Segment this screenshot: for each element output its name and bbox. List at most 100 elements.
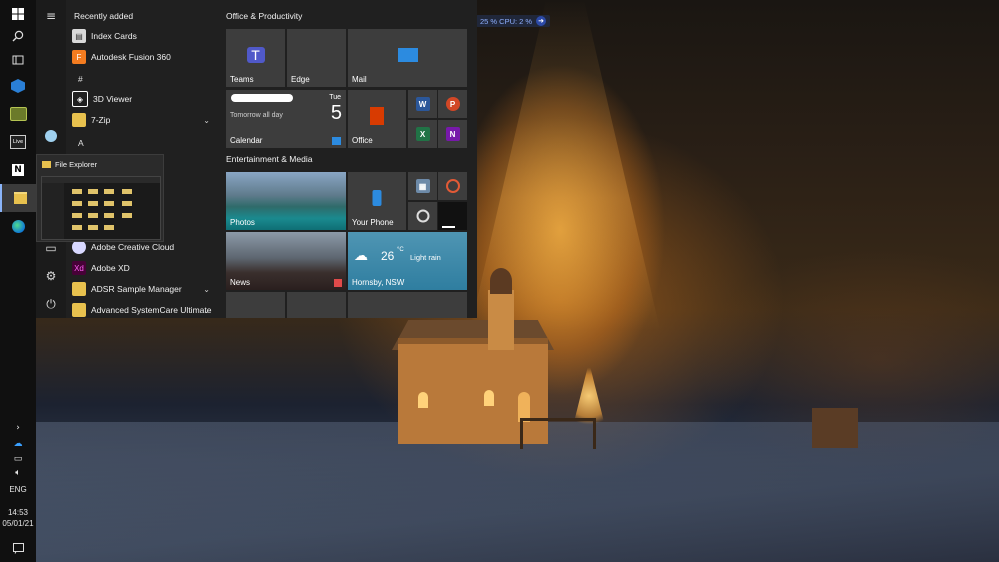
- hamburger-icon: ≡: [45, 9, 57, 23]
- tile-mail[interactable]: Mail: [348, 29, 467, 87]
- taskbar-app-file-explorer[interactable]: [0, 184, 38, 212]
- tile-label: Teams: [230, 75, 254, 84]
- chapel-tower-top: [490, 268, 512, 294]
- taskbar-app-notion[interactable]: N: [0, 156, 36, 184]
- video-icon: ▭: [45, 241, 57, 255]
- teams-icon: T: [246, 46, 265, 63]
- app-7zip-folder[interactable]: 7-Zip ⌄: [72, 110, 214, 130]
- language-indicator[interactable]: ENG: [0, 485, 36, 494]
- taskbar-app-security[interactable]: [0, 72, 36, 100]
- app-autodesk-fusion[interactable]: F Autodesk Fusion 360: [72, 47, 214, 67]
- fence: [520, 418, 596, 449]
- weather-temp: 26: [381, 249, 395, 263]
- letter-header-hash[interactable]: #: [78, 74, 83, 84]
- network-icon: ▭: [13, 454, 23, 464]
- recently-added-header: Recently added: [74, 11, 134, 21]
- tile-partial-1[interactable]: [226, 292, 285, 318]
- account-button[interactable]: [36, 124, 66, 148]
- app-label: 3D Viewer: [93, 94, 133, 104]
- app-adobe-xd[interactable]: Xd Adobe XD: [72, 258, 214, 278]
- taskbar-app-gpu[interactable]: [0, 100, 36, 128]
- speaker-icon: 🔈︎: [15, 468, 21, 478]
- tile-office[interactable]: Office: [348, 90, 406, 148]
- calendar-icon: [332, 137, 341, 145]
- app-index-cards[interactable]: ▤ Index Cards: [72, 26, 214, 46]
- adobe-xd-icon: Xd: [72, 261, 86, 275]
- preview-title: File Explorer: [55, 160, 98, 169]
- tile-onenote[interactable]: N: [438, 120, 467, 148]
- news-badge-icon: [334, 279, 342, 287]
- chapel-window: [418, 392, 428, 408]
- task-view-button[interactable]: [0, 46, 36, 74]
- thumb-folder: [88, 225, 98, 230]
- taskbar-app-live[interactable]: Live: [0, 128, 36, 156]
- tile-label: Edge: [291, 75, 310, 84]
- expand-menu-button[interactable]: ≡: [36, 4, 66, 28]
- hexagon-app-icon: [11, 79, 25, 93]
- tile-excel[interactable]: X: [408, 120, 437, 148]
- chapel-tower: [488, 290, 514, 350]
- gear-icon: ⚙: [45, 269, 57, 283]
- thumb-folder: [104, 189, 114, 194]
- thumb-folder: [88, 213, 98, 218]
- tile-alarms[interactable]: [408, 202, 437, 230]
- tile-edge[interactable]: Edge: [287, 29, 346, 87]
- tile-teams[interactable]: T Teams: [226, 29, 285, 87]
- clock-date[interactable]: 05/01/21: [0, 519, 36, 528]
- thumb-folder: [88, 189, 98, 194]
- windows-logo-icon: [12, 8, 24, 20]
- letter-header-a[interactable]: A: [78, 138, 84, 148]
- app-advanced-systemcare-folder[interactable]: Advanced SystemCare Ultimate ⌄: [72, 300, 214, 320]
- file-explorer-icon: [13, 192, 27, 204]
- powerpoint-icon: P: [445, 97, 460, 111]
- notification-icon: [12, 542, 24, 554]
- app-adsr-folder[interactable]: ADSR Sample Manager ⌄: [72, 279, 214, 299]
- settings-button[interactable]: ⚙: [36, 264, 66, 288]
- group-title-productivity[interactable]: Office & Productivity: [226, 11, 302, 21]
- weather-condition: Light rain: [410, 253, 441, 262]
- group-title-entertainment[interactable]: Entertainment & Media: [226, 154, 312, 164]
- ableton-live-icon: Live: [10, 135, 26, 149]
- tray-onedrive[interactable]: ☁: [0, 436, 36, 452]
- action-center-button[interactable]: [0, 534, 36, 562]
- folder-icon: [72, 113, 86, 127]
- calendar-date: 5: [330, 102, 342, 124]
- tile-groove[interactable]: [438, 172, 467, 200]
- chevron-right-icon: ›: [16, 423, 20, 433]
- tile-photos[interactable]: Photos: [226, 172, 346, 230]
- chapel-window: [484, 390, 494, 406]
- power-button[interactable]: ⏻: [36, 292, 66, 316]
- tile-news[interactable]: News: [226, 232, 346, 290]
- fusion360-icon: F: [72, 50, 86, 64]
- task-view-icon: [12, 55, 24, 65]
- taskbar-app-edge[interactable]: [0, 212, 36, 240]
- word-icon: W: [415, 97, 430, 111]
- app-label: Adobe XD: [91, 263, 130, 273]
- tile-area: Office & Productivity T Teams Edge Mail …: [216, 0, 477, 318]
- thumb-folder: [88, 201, 98, 206]
- tile-dark-app[interactable]: [438, 202, 467, 230]
- tile-label: Calendar: [230, 136, 263, 145]
- show-hidden-icons-button[interactable]: ›: [0, 418, 36, 438]
- 3d-viewer-icon: ◈: [72, 91, 88, 107]
- thumb-folder: [122, 213, 132, 218]
- clock-time[interactable]: 14:53: [0, 508, 36, 517]
- app-label: Index Cards: [91, 31, 137, 41]
- tile-your-phone[interactable]: Your Phone: [348, 172, 406, 230]
- clock-icon: [416, 209, 429, 223]
- taskbar-thumbnail-preview[interactable]: File Explorer: [36, 154, 164, 242]
- performance-overlay[interactable]: 25 % CPU: 2 % ➜: [476, 15, 551, 27]
- tile-powerpoint[interactable]: P: [438, 90, 467, 118]
- app-3d-viewer[interactable]: ◈ 3D Viewer: [72, 89, 214, 109]
- tray-volume[interactable]: 🔈︎: [0, 465, 36, 481]
- arrow-right-icon[interactable]: ➜: [536, 16, 547, 26]
- tile-calendar[interactable]: Tomorrow all day Tue 5 Calendar: [226, 90, 346, 148]
- tile-weather[interactable]: ☁ 26 °C Light rain Hornsby, NSW: [348, 232, 467, 290]
- tile-calculator[interactable]: ▦: [408, 172, 437, 200]
- tile-partial-3[interactable]: [348, 292, 467, 318]
- tile-word[interactable]: W: [408, 90, 437, 118]
- disc-icon: [445, 179, 460, 193]
- thumb-folder: [104, 201, 114, 206]
- tile-partial-2[interactable]: [287, 292, 346, 318]
- tile-label: Your Phone: [352, 218, 394, 227]
